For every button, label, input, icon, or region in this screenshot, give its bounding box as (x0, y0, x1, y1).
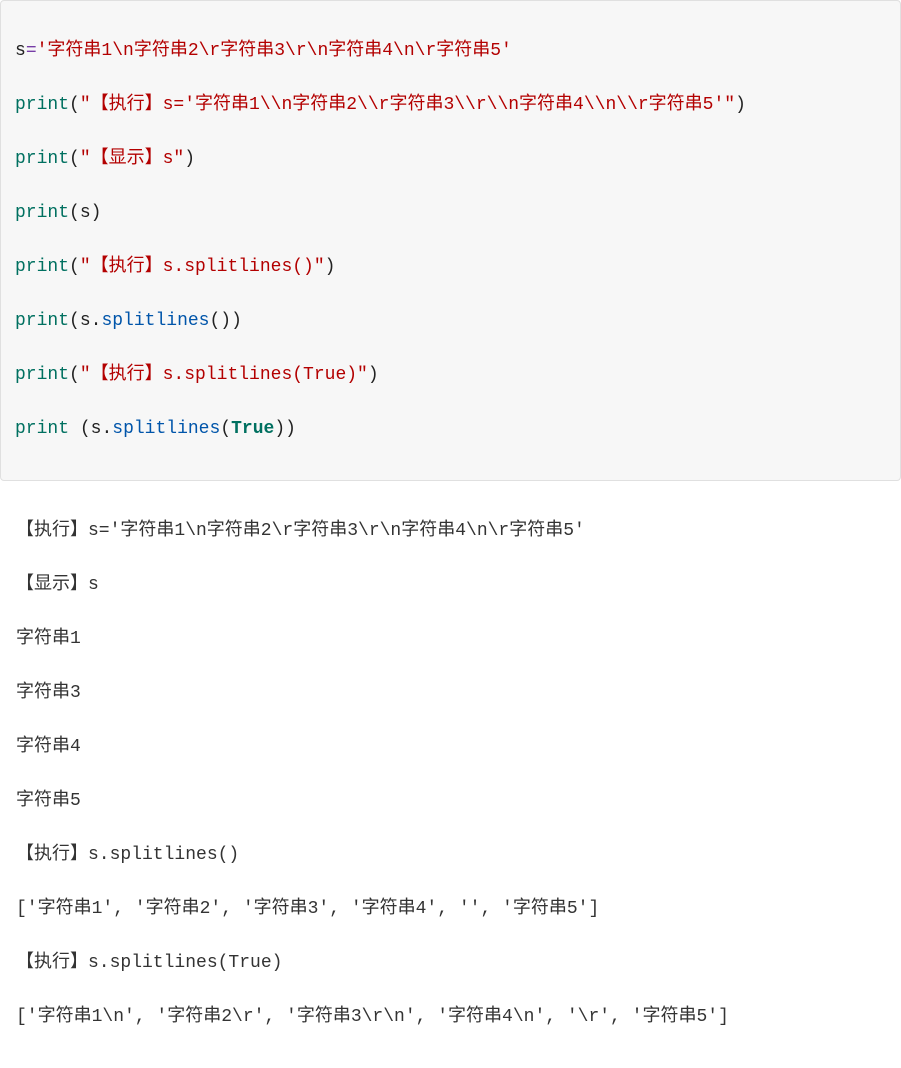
paren-close: ) (184, 149, 195, 169)
space (69, 419, 80, 439)
paren-close: ) (368, 365, 379, 385)
code-line-2: print("【执行】s='字符串1\\n字符串2\\r字符串3\\r\\n字符… (15, 92, 886, 119)
paren-open: ( (69, 311, 80, 331)
string-literal: "【执行】s='字符串1\\n字符串2\\r字符串3\\r\\n字符串4\\n\… (80, 95, 735, 115)
obj-var: s (80, 311, 91, 331)
paren-open: ( (69, 365, 80, 385)
output-line: 字符串4 (16, 734, 885, 761)
output-line: 【执行】s.splitlines(True) (16, 950, 885, 977)
method-args: () (209, 311, 231, 331)
print-fn: print (15, 203, 69, 223)
arg-var: s (80, 203, 91, 223)
args-open: ( (220, 419, 231, 439)
output-line: 【显示】s (16, 572, 885, 599)
code-line-1: s='字符串1\n字符串2\r字符串3\r\n字符串4\n\r字符串5' (15, 38, 886, 65)
code-input-block: s='字符串1\n字符串2\r字符串3\r\n字符串4\n\r字符串5' pri… (0, 0, 901, 481)
equals-op: = (26, 41, 37, 61)
print-fn: print (15, 419, 69, 439)
print-fn: print (15, 311, 69, 331)
output-line: ['字符串1', '字符串2', '字符串3', '字符串4', '', '字符… (16, 896, 885, 923)
paren-close: ) (231, 311, 242, 331)
print-fn: print (15, 95, 69, 115)
paren-open: ( (69, 149, 80, 169)
output-line: ['字符串1\n', '字符串2\r', '字符串3\r\n', '字符串4\n… (16, 1004, 885, 1031)
string-literal: "【显示】s" (80, 149, 184, 169)
paren-close: ) (91, 203, 102, 223)
code-line-6: print(s.splitlines()) (15, 308, 886, 335)
string-literal: '字符串1\n字符串2\r字符串3\r\n字符串4\n\r字符串5' (37, 41, 512, 61)
output-line: 【执行】s.splitlines() (16, 842, 885, 869)
output-line: 字符串3 (16, 680, 885, 707)
paren-open: ( (80, 419, 91, 439)
output-line: 【执行】s='字符串1\n字符串2\r字符串3\r\n字符串4\n\r字符串5' (16, 518, 885, 545)
output-line: 字符串5 (16, 788, 885, 815)
code-line-7: print("【执行】s.splitlines(True)") (15, 362, 886, 389)
method-name: splitlines (112, 419, 220, 439)
code-line-8: print (s.splitlines(True)) (15, 416, 886, 443)
code-line-3: print("【显示】s") (15, 146, 886, 173)
variable-name: s (15, 41, 26, 61)
paren-close: ) (285, 419, 296, 439)
string-literal: "【执行】s.splitlines(True)" (80, 365, 368, 385)
dot-op: . (101, 419, 112, 439)
print-fn: print (15, 365, 69, 385)
paren-close: ) (735, 95, 746, 115)
code-line-5: print("【执行】s.splitlines()") (15, 254, 886, 281)
code-line-4: print(s) (15, 200, 886, 227)
method-name: splitlines (101, 311, 209, 331)
bool-literal: True (231, 419, 274, 439)
code-output-block: 【执行】s='字符串1\n字符串2\r字符串3\r\n字符串4\n\r字符串5'… (0, 481, 901, 1068)
paren-open: ( (69, 95, 80, 115)
dot-op: . (91, 311, 102, 331)
print-fn: print (15, 149, 69, 169)
paren-open: ( (69, 257, 80, 277)
output-line: 字符串1 (16, 626, 885, 653)
paren-close: ) (325, 257, 336, 277)
string-literal: "【执行】s.splitlines()" (80, 257, 325, 277)
print-fn: print (15, 257, 69, 277)
paren-open: ( (69, 203, 80, 223)
args-close: ) (274, 419, 285, 439)
obj-var: s (91, 419, 102, 439)
